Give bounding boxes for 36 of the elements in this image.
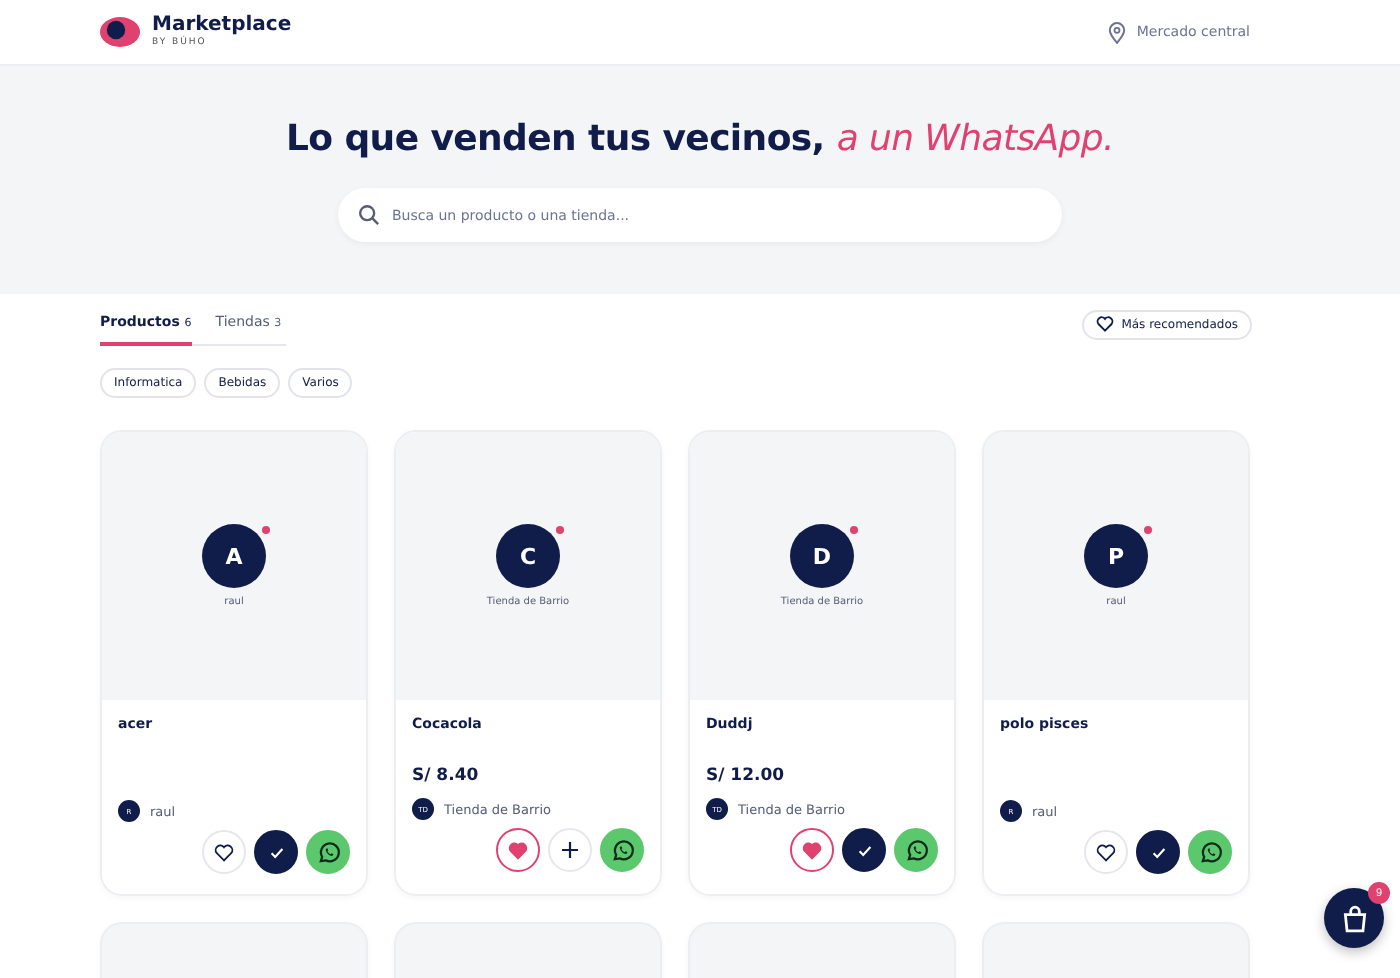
whatsapp-icon: [903, 837, 929, 863]
whatsapp-button[interactable]: [894, 828, 938, 872]
search-icon: [358, 204, 380, 226]
product-price: S/ 12.00: [706, 766, 787, 786]
checkmark-icon: [267, 843, 285, 861]
heart-icon: [508, 841, 528, 859]
heart-icon: [1095, 316, 1114, 332]
hero-title: Lo que venden tus vecinos, a un WhatsApp.: [286, 118, 1114, 160]
status-dot: [556, 526, 564, 534]
store-avatar: C: [496, 524, 560, 588]
status-dot: [850, 526, 858, 534]
status-dot: [1144, 526, 1152, 534]
whatsapp-icon: [609, 837, 635, 863]
checkmark-icon: [1149, 843, 1167, 861]
cart-toggle-button[interactable]: [842, 828, 886, 872]
store-avatar: D: [790, 524, 854, 588]
heart-icon: [1096, 843, 1116, 861]
cart-toggle-button[interactable]: [1136, 830, 1180, 874]
brand-name: Marketplace: [152, 15, 292, 36]
status-dot: [262, 526, 270, 534]
logo-icon: [100, 16, 140, 48]
plus-icon: [560, 840, 580, 860]
location-pin-icon: [1108, 21, 1127, 43]
store-avatar: P: [1084, 524, 1148, 588]
whatsapp-button[interactable]: [600, 828, 644, 872]
store-avatar: A: [202, 524, 266, 588]
whatsapp-icon: [1197, 839, 1223, 865]
cart-toggle-button[interactable]: [254, 830, 298, 874]
whatsapp-button[interactable]: [1188, 830, 1232, 874]
product-price: S/ 8.40: [412, 766, 481, 786]
checkmark-icon: [855, 841, 873, 859]
heart-icon: [214, 843, 234, 861]
heart-icon: [802, 841, 822, 859]
whatsapp-button[interactable]: [306, 830, 350, 874]
whatsapp-icon: [315, 839, 341, 865]
shopping-bag-icon: [1339, 903, 1369, 933]
